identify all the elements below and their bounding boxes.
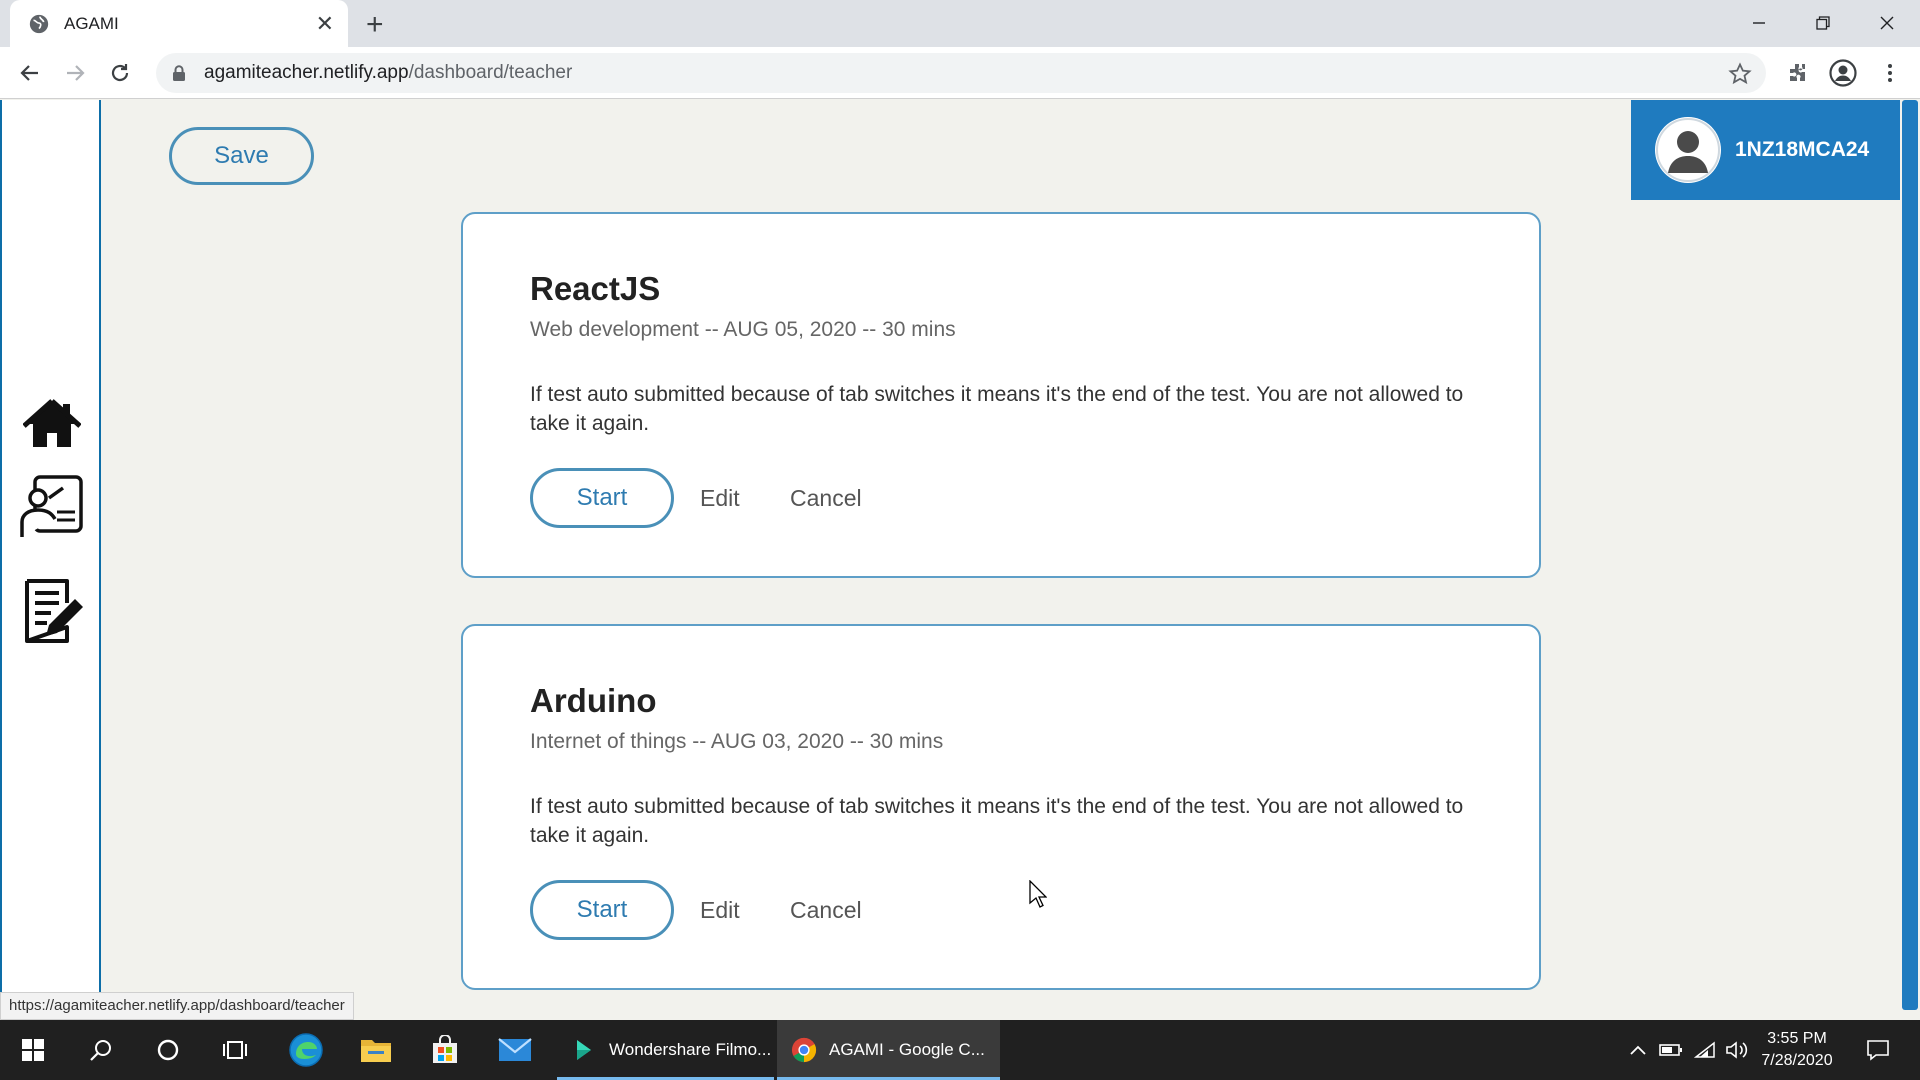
taskbar: Wondershare Filmo... AGAMI - Google C...… [0,1020,1920,1080]
notification-center-icon[interactable] [1858,1020,1898,1080]
clock-time: 3:55 PM [1767,1030,1827,1047]
store-icon[interactable] [420,1020,470,1080]
cancel-button[interactable]: Cancel [790,485,862,512]
cortana-icon[interactable] [143,1020,193,1080]
chrome-icon [791,1037,817,1063]
tab-title: AGAMI [64,13,119,33]
user-avatar-icon [1656,118,1720,182]
profile-badge[interactable]: 1NZ18MCA24 [1631,100,1900,200]
taskbar-app-filmora[interactable]: Wondershare Filmo... [557,1020,774,1080]
taskbar-app-chrome[interactable]: AGAMI - Google C... [777,1020,1000,1080]
test-title: ReactJS [530,270,661,307]
sidebar [0,100,101,1020]
address-bar-row: agamiteacher.netlify.app/dashboard/teach… [0,47,1920,99]
lock-icon [173,65,185,81]
browser-tab-bar: AGAMI ✕ + [0,0,1920,47]
start-button[interactable]: Start [530,880,674,940]
taskbar-clock[interactable]: 3:55 PM 7/28/2020 [1752,1028,1842,1072]
cancel-button[interactable]: Cancel [790,897,862,924]
volume-icon[interactable] [1722,1020,1752,1080]
reload-icon[interactable] [106,59,134,87]
taskbar-app-label: Wondershare Filmo... [609,1040,772,1059]
test-title: Arduino [530,682,657,719]
close-window-icon[interactable] [1862,8,1912,38]
start-button[interactable]: Start [530,468,674,528]
test-meta: Web development -- AUG 05, 2020 -- 30 mi… [530,318,956,341]
test-card: Arduino Internet of things -- AUG 03, 20… [461,624,1541,990]
url-path: /dashboard/teacher [408,62,573,83]
task-view-icon[interactable] [210,1020,260,1080]
profile-id: 1NZ18MCA24 [1735,138,1870,161]
avatar [1655,117,1721,183]
clock-date: 7/28/2020 [1761,1052,1833,1069]
scrollbar-thumb[interactable] [1902,100,1918,1010]
edge-icon[interactable] [281,1020,331,1080]
mail-icon[interactable] [490,1020,540,1080]
windows-start-icon[interactable] [8,1020,58,1080]
edit-button[interactable]: Edit [700,485,740,512]
back-arrow-icon[interactable] [16,59,44,87]
dashboard-page: Save 1NZ18MCA24 ReactJS Web development … [0,100,1920,1020]
extensions-icon[interactable] [1784,59,1812,87]
home-icon[interactable] [18,390,86,458]
test-description: If test auto submitted because of tab sw… [530,383,1464,435]
test-card: ReactJS Web development -- AUG 05, 2020 … [461,212,1541,578]
taskbar-app-label: AGAMI - Google C... [829,1040,985,1059]
globe-icon [29,14,49,33]
account-icon[interactable] [1829,59,1857,87]
tray-chevron-up-icon[interactable] [1624,1020,1652,1080]
test-description: If test auto submitted because of tab sw… [530,795,1464,847]
search-icon[interactable] [76,1020,126,1080]
bookmark-star-icon[interactable] [1728,62,1752,86]
browser-tab[interactable]: AGAMI ✕ [10,0,348,47]
battery-icon[interactable] [1656,1020,1686,1080]
url-field[interactable]: agamiteacher.netlify.app/dashboard/teach… [156,53,1766,93]
teacher-board-icon[interactable] [18,473,86,541]
url-host: agamiteacher.netlify.app [204,62,409,83]
close-tab-icon[interactable]: ✕ [316,12,334,35]
restore-icon[interactable] [1798,8,1848,38]
forward-arrow-icon[interactable] [61,59,89,87]
file-explorer-icon[interactable] [351,1020,401,1080]
wifi-icon[interactable] [1690,1020,1720,1080]
new-tab-icon[interactable]: + [366,10,384,40]
test-meta: Internet of things -- AUG 03, 2020 -- 30… [530,730,944,753]
link-status-url: https://agamiteacher.netlify.app/dashboa… [0,992,354,1020]
filmora-icon [571,1037,597,1063]
save-button[interactable]: Save [169,127,314,185]
menu-kebab-icon[interactable] [1876,59,1904,87]
mouse-cursor-icon [1029,880,1047,908]
minimize-icon[interactable] [1734,8,1784,38]
edit-button[interactable]: Edit [700,897,740,924]
edit-notes-icon[interactable] [18,576,86,644]
